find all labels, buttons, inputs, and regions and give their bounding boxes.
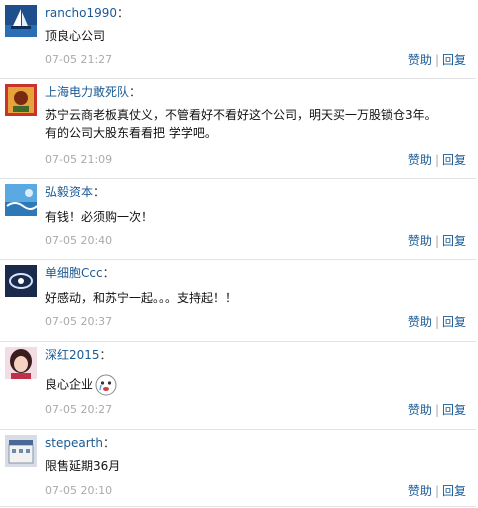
reply-button[interactable]: 回复: [442, 53, 466, 67]
separator: |: [434, 403, 439, 417]
sailboat-avatar-icon[interactable]: [5, 5, 37, 37]
comment-item: 弘毅资本： 有钱！必须购一次！ 07-05 20:40 赞助 | 回复: [0, 179, 476, 260]
timestamp: 07-05 20:10: [45, 484, 113, 497]
comment-text: 顶良心公司: [45, 29, 106, 43]
comment-text: 限售延期36月: [45, 459, 121, 473]
colon: ：: [116, 6, 129, 20]
like-button[interactable]: 赞助: [408, 53, 432, 67]
comment-text: 良心企业: [45, 374, 117, 396]
comment-item: 上海电力敢死队： 苏宁云商老板真仗义，不管看好不看好这个公司，明天买一万股锁仓3…: [0, 79, 476, 179]
separator: |: [434, 53, 439, 67]
reply-button[interactable]: 回复: [442, 315, 466, 329]
comment-item: 深红2015： 良心企业 07-05 20:27 赞助 | 回复: [0, 342, 476, 430]
comment-header: 深红2015：: [45, 347, 112, 363]
separator: |: [434, 484, 439, 498]
like-button[interactable]: 赞助: [408, 234, 432, 248]
timestamp: 07-05 20:27: [45, 403, 113, 416]
username-link[interactable]: stepearth: [45, 436, 103, 450]
separator: |: [434, 315, 439, 329]
comment-item: stepearth： 限售延期36月 07-05 20:10 赞助 | 回复: [0, 430, 476, 507]
ocean-avatar-icon[interactable]: [5, 184, 37, 216]
username-link[interactable]: 深红2015: [45, 348, 100, 362]
colon: ：: [102, 436, 115, 450]
username-link[interactable]: 单细胞Ccc: [45, 266, 103, 280]
comment-actions: 赞助 | 回复: [408, 484, 466, 498]
comment-actions: 赞助 | 回复: [408, 315, 466, 329]
comment-item: 单细胞Ccc： 好感动，和苏宁一起。。。支持起！！ 07-05 20:37 赞助…: [0, 260, 476, 342]
comment-header: 上海电力敢死队：: [45, 84, 141, 100]
comment-text-value: 良心企业: [45, 377, 94, 392]
username-link[interactable]: 弘毅资本: [45, 185, 93, 199]
comment-item: rancho1990： 顶良心公司 07-05 21:27 赞助 | 回复: [0, 0, 476, 79]
username-link[interactable]: rancho1990: [45, 6, 117, 20]
comment-header: stepearth：: [45, 435, 115, 451]
reply-button[interactable]: 回复: [442, 153, 466, 167]
reply-button[interactable]: 回复: [442, 403, 466, 417]
like-button[interactable]: 赞助: [408, 403, 432, 417]
reply-button[interactable]: 回复: [442, 234, 466, 248]
colon: ：: [129, 85, 142, 99]
girl-avatar-icon[interactable]: [5, 347, 37, 379]
colon: ：: [93, 185, 106, 199]
comment-text: 好感动，和苏宁一起。。。支持起！！: [45, 291, 238, 305]
poster-avatar-icon[interactable]: [5, 84, 37, 116]
timestamp: 07-05 20:37: [45, 315, 113, 328]
comment-header: rancho1990：: [45, 5, 129, 21]
crying-face-emoji-icon: [95, 374, 117, 396]
comment-actions: 赞助 | 回复: [408, 153, 466, 167]
like-button[interactable]: 赞助: [408, 484, 432, 498]
colon: ：: [99, 348, 112, 362]
abstract-avatar-icon[interactable]: [5, 265, 37, 297]
comment-text: 有钱！必须购一次！: [45, 210, 154, 224]
comment-actions: 赞助 | 回复: [408, 234, 466, 248]
like-button[interactable]: 赞助: [408, 315, 432, 329]
comment-list: rancho1990： 顶良心公司 07-05 21:27 赞助 | 回复 上海电力…: [0, 0, 478, 508]
timestamp: 07-05 20:40: [45, 234, 113, 247]
building-avatar-icon[interactable]: [5, 435, 37, 467]
comment-text-line: 有的公司大股东看看把 学学吧。: [45, 126, 217, 140]
comment-actions: 赞助 | 回复: [408, 53, 466, 67]
timestamp: 07-05 21:27: [45, 53, 113, 66]
timestamp: 07-05 21:09: [45, 153, 113, 166]
comment-actions: 赞助 | 回复: [408, 403, 466, 417]
like-button[interactable]: 赞助: [408, 153, 432, 167]
comment-text-line: 苏宁云商老板真仗义，不管看好不看好这个公司，明天买一万股锁仓3年。: [45, 108, 437, 122]
separator: |: [434, 153, 439, 167]
colon: ：: [102, 266, 115, 280]
comment-header: 弘毅资本：: [45, 184, 105, 200]
reply-button[interactable]: 回复: [442, 484, 466, 498]
comment-header: 单细胞Ccc：: [45, 265, 115, 281]
username-link[interactable]: 上海电力敢死队: [45, 85, 129, 99]
separator: |: [434, 234, 439, 248]
